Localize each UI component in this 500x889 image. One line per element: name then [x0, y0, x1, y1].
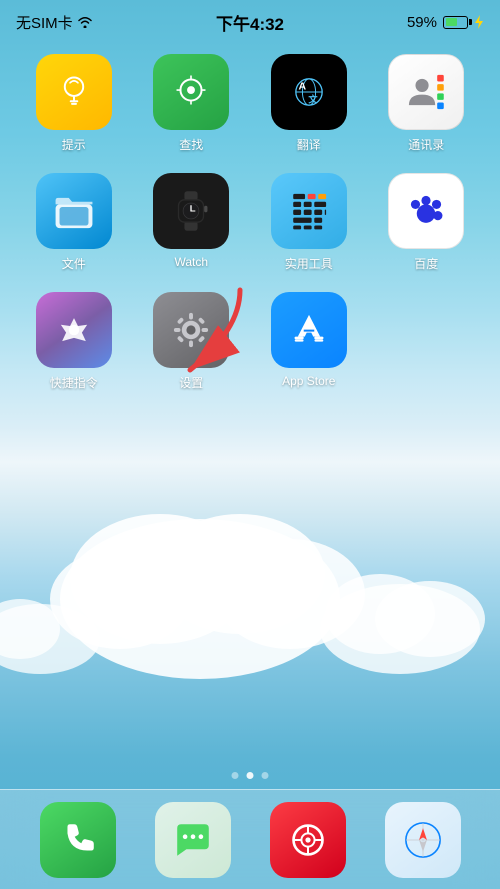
app-watch[interactable]: Watch [138, 173, 246, 272]
page-dot-3 [262, 772, 269, 779]
app-baidu[interactable]: 百度 [373, 173, 481, 272]
dock-messages[interactable] [155, 802, 231, 878]
app-icon-tips [36, 54, 112, 130]
dock-safari[interactable] [385, 802, 461, 878]
app-label-translate: 翻译 [297, 136, 321, 153]
page-dot-1 [232, 772, 239, 779]
svg-text:文: 文 [307, 94, 318, 105]
app-icon-files [36, 173, 112, 249]
dock-icon-safari [385, 802, 461, 878]
app-icon-shortcuts [36, 292, 112, 368]
app-label-appstore: App Store [282, 374, 335, 388]
charging-icon [474, 15, 484, 29]
app-label-baidu: 百度 [414, 255, 438, 272]
status-left: 无SIM卡 [16, 12, 93, 33]
app-tips[interactable]: 提示 [20, 54, 128, 153]
wifi-icon [77, 16, 93, 28]
app-icon-baidu [388, 173, 464, 249]
dock-phone[interactable] [40, 802, 116, 878]
status-time: 下午4:32 [216, 10, 284, 35]
svg-text:A: A [298, 80, 306, 92]
dock-icon-music [270, 802, 346, 878]
app-icon-find [153, 54, 229, 130]
dock-music[interactable] [270, 802, 346, 878]
dock-icon-messages [155, 802, 231, 878]
battery-icon [443, 16, 468, 29]
app-icon-translate: A 文 [271, 54, 347, 130]
dock-icon-phone [40, 802, 116, 878]
app-icon-appstore [271, 292, 347, 368]
app-label-tips: 提示 [62, 136, 86, 153]
status-bar: 无SIM卡 下午4:32 59% [0, 0, 500, 44]
page-dot-2 [247, 772, 254, 779]
app-label-watch: Watch [174, 255, 208, 269]
app-label-utilities: 实用工具 [285, 255, 333, 272]
app-icon-watch [153, 173, 229, 249]
app-translate[interactable]: A 文 翻译 [255, 54, 363, 153]
status-right: 59% [407, 14, 484, 31]
app-label-files: 文件 [62, 255, 86, 272]
battery-percent: 59% [407, 14, 437, 31]
app-icon-contacts [388, 54, 464, 130]
app-find[interactable]: 查找 [138, 54, 246, 153]
page-indicator [232, 772, 269, 779]
carrier-label: 无SIM卡 [16, 12, 73, 33]
app-shortcuts[interactable]: 快捷指令 [20, 292, 128, 391]
app-utilities[interactable]: 实用工具 [255, 173, 363, 272]
app-icon-utilities [271, 173, 347, 249]
app-files[interactable]: 文件 [20, 173, 128, 272]
dock [0, 789, 500, 889]
app-contacts[interactable]: 通讯录 [373, 54, 481, 153]
app-label-find: 查找 [179, 136, 203, 153]
red-arrow [160, 280, 280, 390]
app-label-shortcuts: 快捷指令 [50, 374, 98, 391]
app-label-contacts: 通讯录 [408, 136, 444, 153]
